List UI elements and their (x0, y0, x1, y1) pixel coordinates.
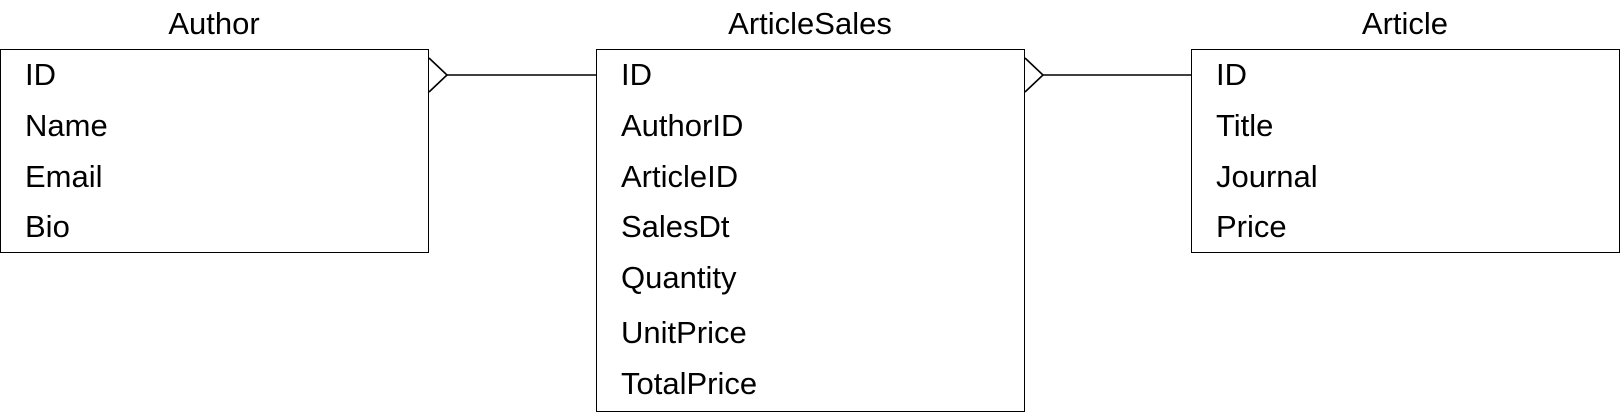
article-sales-entity[interactable]: ID AuthorID ArticleID SalesDt Quantity U… (596, 49, 1025, 412)
article-field-id: ID (1216, 57, 1247, 92)
article-sales-field-sales-dt: SalesDt (621, 209, 730, 244)
article-field-journal: Journal (1216, 159, 1318, 194)
crows-foot-author (428, 57, 449, 93)
article-sales-field-author-id: AuthorID (621, 108, 744, 143)
article-sales-field-unit-price: UnitPrice (621, 315, 747, 350)
article-entity[interactable]: ID Title Journal Price (1191, 49, 1620, 253)
article-field-price: Price (1216, 209, 1287, 244)
relationship-author-article-sales (428, 57, 596, 93)
author-field-email: Email (25, 159, 103, 194)
article-sales-field-id: ID (621, 57, 652, 92)
author-entity[interactable]: ID Name Email Bio (0, 49, 429, 253)
article-sales-field-article-id: ArticleID (621, 159, 739, 194)
article-sales-field-total-price: TotalPrice (621, 366, 758, 401)
article-sales-entity-title: ArticleSales (728, 6, 892, 41)
author-entity-title: Author (168, 6, 260, 41)
author-field-bio: Bio (25, 209, 70, 244)
relationship-article-sales-article (1024, 57, 1191, 93)
author-field-id: ID (25, 57, 56, 92)
article-sales-field-quantity: Quantity (621, 260, 737, 295)
article-entity-title: Article (1361, 6, 1449, 41)
author-field-name: Name (25, 108, 108, 143)
crows-foot-article-sales (1024, 57, 1045, 93)
article-field-title: Title (1216, 108, 1274, 143)
